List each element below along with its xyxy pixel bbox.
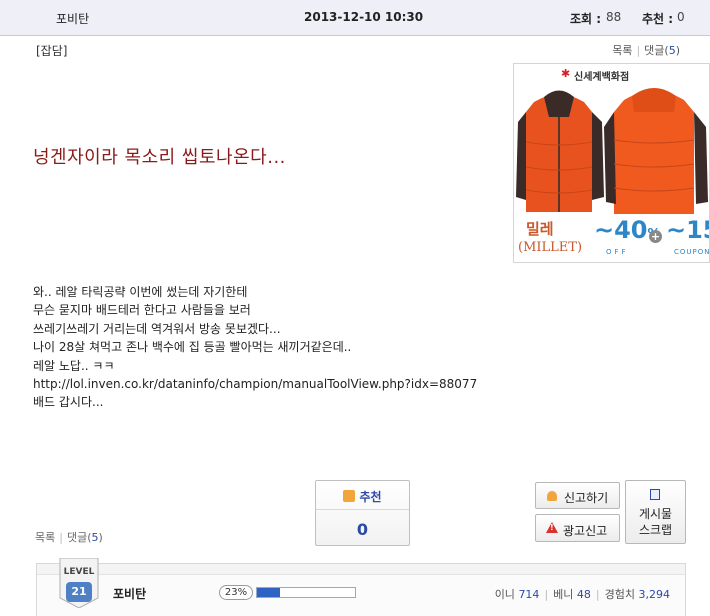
ad-coupon-label: COUPON <box>674 248 710 256</box>
post-title: 넝겐자이라 목소리 씹토나온다... <box>33 147 286 168</box>
inni-value: 714 <box>518 588 540 601</box>
author-name[interactable]: 포비탄 <box>56 10 89 27</box>
content-line: 나이 28살 쳐먹고 존나 백수에 집 등골 빨아먹는 새끼거같은데.. <box>33 340 352 355</box>
warning-icon <box>546 522 558 533</box>
report-button-label: 신고하기 <box>564 491 609 505</box>
ad-brand: 신세계백화점 <box>574 72 630 83</box>
plus-icon: + <box>649 230 662 243</box>
views-label: 조회 : <box>570 12 602 26</box>
separator: | <box>636 44 641 57</box>
recommend-button-label: 추천 <box>316 488 409 505</box>
list-link[interactable]: 목록 <box>612 44 632 57</box>
ad-discount-2: ~15% <box>666 216 709 244</box>
separator: | <box>59 531 63 544</box>
ad-report-button-label: 광고신고 <box>563 524 608 538</box>
post-content: 와.. 레알 타릭공략 이번에 썼는데 자기한테 무슨 묻지마 배드테러 한다고… <box>33 283 477 412</box>
content-line: 무슨 묻지마 배드테러 한다고 사람들을 보러 <box>33 303 251 318</box>
bottom-links: 목록 | 댓글(5) <box>35 529 103 545</box>
level-label: LEVEL <box>63 567 95 577</box>
comments-link-close: ) <box>675 44 680 57</box>
ad-product-en: (MILLET) <box>518 240 583 255</box>
recommend-text: 추천 <box>359 490 382 504</box>
list-link-bottom[interactable]: 목록 <box>35 531 55 544</box>
comments-link-label: 댓글( <box>66 531 92 544</box>
content-line: 쓰레기쓰레기 거리는데 역겨워서 방송 못보겠다... <box>33 321 281 336</box>
post-header: 포비탄 2013-12-10 10:30 조회 : 88 추천 : 0 <box>0 0 710 36</box>
views-count: 88 <box>606 10 622 24</box>
ad-report-button[interactable]: 광고신고 <box>535 514 620 542</box>
profile-name[interactable]: 포비탄 <box>113 585 146 602</box>
scrap-icon <box>650 489 660 500</box>
recommend-label: 추천 : <box>642 12 674 26</box>
content-line: 레알 노답.. ㅋㅋ <box>33 358 115 373</box>
comment-count: 5 <box>91 531 99 544</box>
ad-discount-2-value: ~15 <box>666 216 709 244</box>
scrap-button[interactable]: 게시물 스크랩 <box>625 480 686 544</box>
content-line: 와.. 레알 타릭공략 이번에 썼는데 자기한테 <box>33 285 248 299</box>
divider <box>316 509 409 510</box>
bell-icon <box>547 491 557 501</box>
scrap-label-2: 스크랩 <box>638 523 673 537</box>
level-badge: LEVEL 21 <box>59 558 99 608</box>
profile-stats: 이니 714 | 베니 48 | 경험치 3,294 <box>495 586 670 602</box>
thumbs-up-icon <box>343 490 356 502</box>
benny-label: 베니 <box>553 588 574 601</box>
inni-label: 이니 <box>494 588 515 601</box>
post-category: [잡담] <box>36 44 68 58</box>
ad-discount-1-value: ~40 <box>594 216 648 244</box>
content-link[interactable]: http://lol.inven.co.kr/dataninfo/champio… <box>33 375 477 393</box>
recommend-total: 0 <box>356 520 369 539</box>
comments-link-bottom[interactable]: 댓글(5) <box>67 531 103 544</box>
recommend-button[interactable]: 추천 0 <box>315 480 410 546</box>
benny-value: 48 <box>576 588 591 601</box>
separator: | <box>544 588 549 601</box>
separator: | <box>595 588 600 601</box>
exp-percent: 23% <box>219 585 253 600</box>
scrap-label-1: 게시물 <box>638 507 673 521</box>
exp-progress-bar <box>256 587 356 598</box>
ad-off-label: OFF <box>606 248 629 256</box>
exp-value: 3,294 <box>638 588 671 601</box>
exp-progress-fill <box>257 588 280 597</box>
ad-banner[interactable]: ✱ 신세계백화점 밀레 (MILLET) ~40% OFF + ~15% COU… <box>513 63 710 263</box>
comments-link[interactable]: 댓글(5) <box>644 44 680 57</box>
level-number: 21 <box>66 582 92 602</box>
jacket-image <box>516 88 708 214</box>
recommend-count: 0 <box>677 10 685 24</box>
report-button[interactable]: 신고하기 <box>535 482 620 509</box>
comment-count: 5 <box>668 44 676 57</box>
top-links: 목록 | 댓글(5) <box>612 42 680 58</box>
brand-logo-icon: ✱ <box>561 67 571 80</box>
comments-link-close: ) <box>98 531 103 544</box>
content-line: 배드 갑시다... <box>33 395 104 410</box>
ad-product-kr: 밀레 <box>526 220 554 238</box>
post-date: 2013-12-10 10:30 <box>304 10 424 24</box>
exp-label: 경험치 <box>604 588 635 601</box>
comments-link-label: 댓글( <box>644 44 669 57</box>
